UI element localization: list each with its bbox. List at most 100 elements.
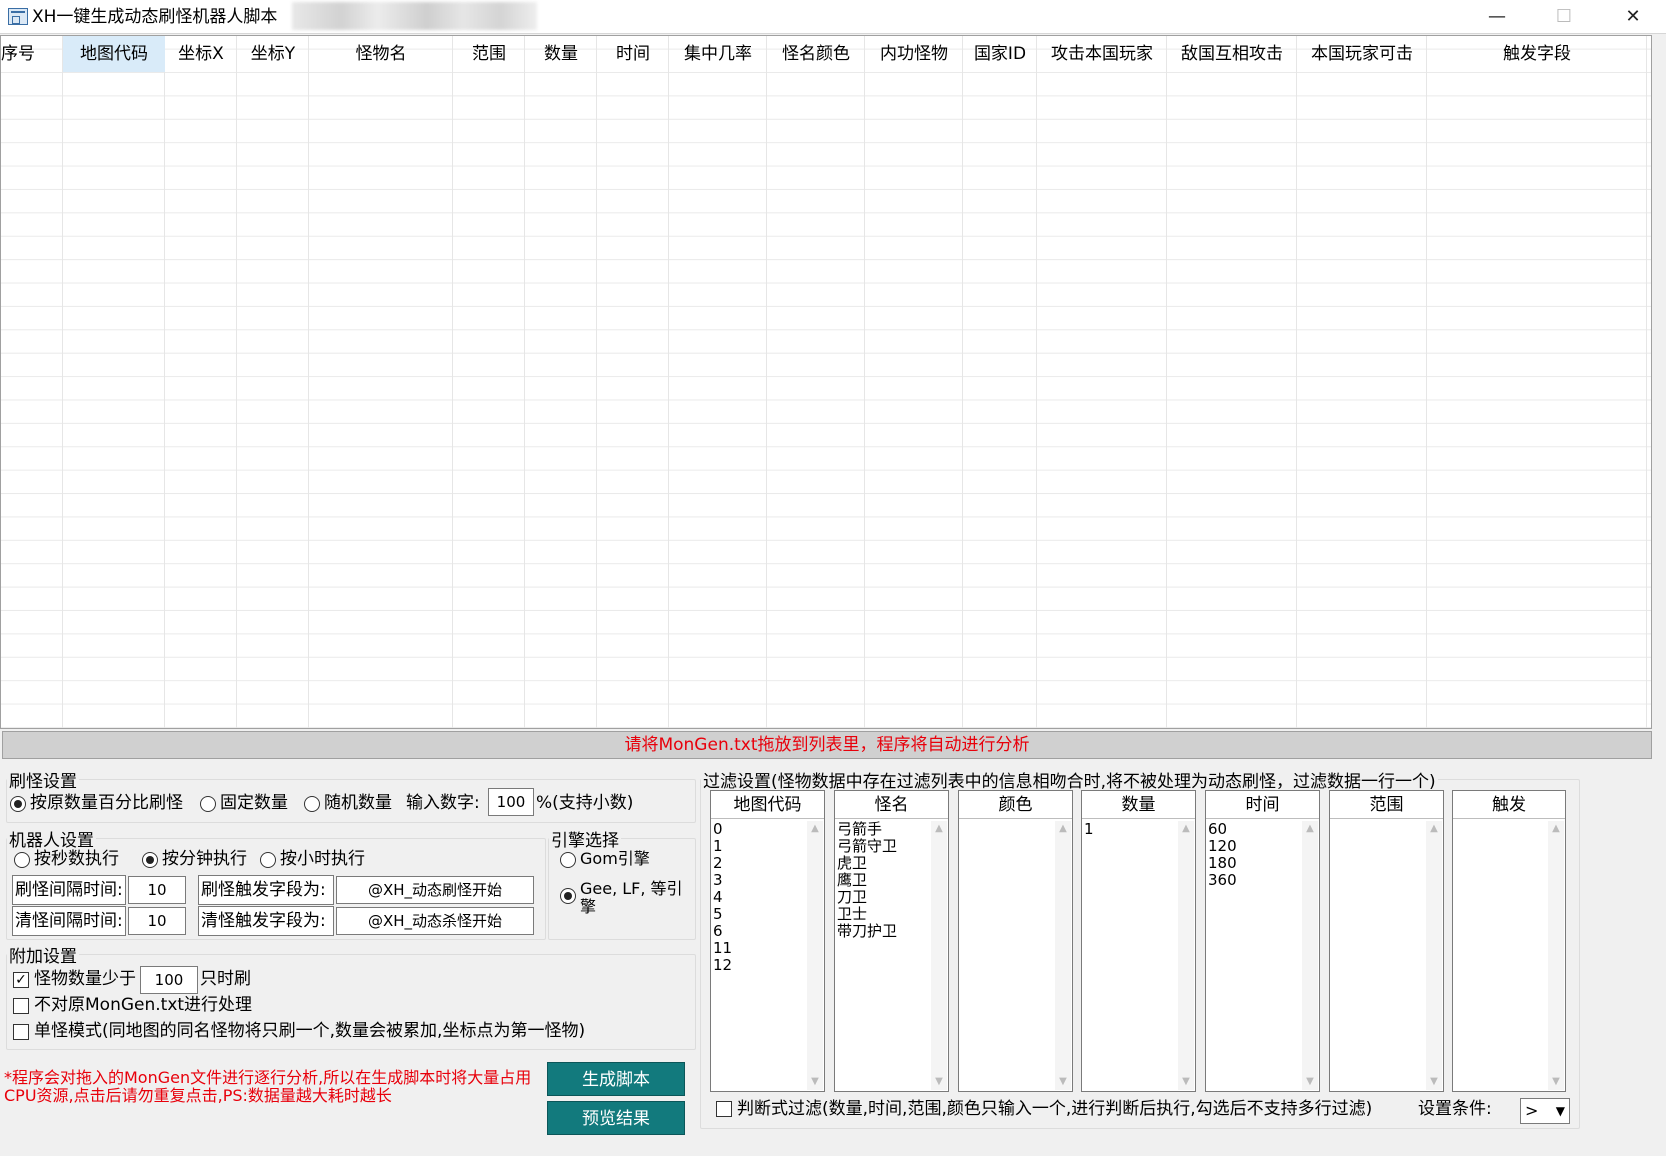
grid-header-cell[interactable]: 坐标Y	[237, 36, 309, 72]
scrollbar[interactable]: ▲ ▼	[1548, 821, 1564, 1090]
extra-settings-title: 附加设置	[9, 947, 77, 967]
grid-header-cell[interactable]: 敌国互相攻击	[1167, 36, 1297, 72]
maximize-button[interactable]: ☐	[1531, 0, 1597, 34]
scroll-down-icon[interactable]: ▼	[807, 1074, 823, 1090]
grid-column	[453, 36, 525, 728]
filter-settings-title: 过滤设置(怪物数据中存在过滤列表中的信息相吻合时,将不被处理为动态刷怪，过滤数据…	[703, 772, 1436, 792]
grid-header-cell[interactable]: 怪物名	[309, 36, 453, 72]
spawn-trigger-input[interactable]: @XH_动态刷怪开始	[336, 876, 534, 904]
redacted-title-area	[292, 2, 537, 30]
spawn-fixed-label: 固定数量	[220, 793, 288, 813]
spawn-number-label: 输入数字:	[406, 793, 480, 813]
scroll-up-icon[interactable]: ▲	[931, 821, 947, 837]
filter-list-items[interactable]	[961, 821, 1054, 1089]
skip-process-label: 不对原MonGen.txt进行处理	[34, 995, 253, 1015]
scrollbar[interactable]: ▲ ▼	[931, 821, 947, 1090]
scroll-down-icon[interactable]: ▼	[1178, 1074, 1194, 1090]
scrollbar[interactable]: ▲ ▼	[1302, 821, 1318, 1090]
grid-column	[1, 36, 63, 728]
grid-column	[767, 36, 865, 728]
engine-gom-label: Gom引擎	[580, 849, 650, 868]
engine-gee-label: Gee, LF, 等引擎	[580, 879, 683, 916]
grid-header-cell[interactable]: 集中几率	[669, 36, 767, 72]
scroll-up-icon[interactable]: ▲	[1426, 821, 1442, 837]
clear-interval-input[interactable]: 10	[128, 907, 186, 935]
filter-list[interactable]: 触发 ▲ ▼	[1452, 790, 1566, 1092]
scroll-down-icon[interactable]: ▼	[1548, 1074, 1564, 1090]
robot-seconds-radio[interactable]	[14, 852, 30, 868]
scroll-down-icon[interactable]: ▼	[931, 1074, 947, 1090]
filter-list[interactable]: 范围 ▲ ▼	[1329, 790, 1444, 1092]
grid-header-cell[interactable]: 触发字段	[1427, 36, 1647, 72]
grid-column	[669, 36, 767, 728]
minimize-button[interactable]: —	[1464, 0, 1530, 34]
robot-seconds-label: 按秒数执行	[34, 849, 119, 869]
filter-list-items[interactable]: 0 1 2 3 4 5 6 11 12	[713, 821, 806, 1089]
filter-list-header: 触发	[1453, 791, 1565, 819]
grid-header-cell[interactable]: 范围	[453, 36, 525, 72]
filter-list-items[interactable]	[1332, 821, 1425, 1089]
filter-list-header: 时间	[1206, 791, 1319, 819]
grid-column	[865, 36, 963, 728]
generate-script-button[interactable]: 生成脚本	[547, 1062, 685, 1096]
grid-header-cell[interactable]: 地图代码	[63, 36, 165, 72]
monster-data-grid[interactable]: 序号 地图代码 坐标X 坐标Y 怪物名 范围 数量 时间 集中几率 怪名颜色 内功怪物 国家ID 攻击本…	[0, 35, 1652, 729]
filter-list[interactable]: 颜色 ▲ ▼	[958, 790, 1073, 1092]
scroll-up-icon[interactable]: ▲	[1055, 821, 1071, 837]
clear-trigger-input[interactable]: @XH_动态杀怪开始	[336, 907, 534, 935]
grid-column	[1167, 36, 1297, 728]
scroll-down-icon[interactable]: ▼	[1055, 1074, 1071, 1090]
grid-header-cell[interactable]: 坐标X	[165, 36, 237, 72]
grid-header-cell[interactable]: 序号	[1, 36, 63, 72]
scroll-up-icon[interactable]: ▲	[1178, 821, 1194, 837]
skip-process-checkbox[interactable]	[13, 998, 29, 1014]
filter-list-header: 怪名	[835, 791, 948, 819]
scroll-up-icon[interactable]: ▲	[1302, 821, 1318, 837]
grid-header-cell[interactable]: 国家ID	[963, 36, 1037, 72]
grid-header-cell[interactable]: 怪名颜色	[767, 36, 865, 72]
spawn-random-radio[interactable]	[304, 796, 320, 812]
judge-filter-checkbox[interactable]	[716, 1101, 732, 1117]
min-count-checkbox[interactable]: ✓	[13, 972, 29, 988]
scrollbar[interactable]: ▲ ▼	[807, 821, 823, 1090]
spawn-number-input[interactable]: 100	[488, 788, 534, 816]
min-count-input[interactable]: 100	[140, 966, 198, 994]
preview-result-button[interactable]: 预览结果	[547, 1101, 685, 1135]
engine-gom-radio[interactable]	[560, 852, 576, 868]
grid-header-cell[interactable]: 本国玩家可击	[1297, 36, 1427, 72]
robot-minutes-radio[interactable]	[142, 852, 158, 868]
grid-header-cell[interactable]: 时间	[597, 36, 669, 72]
spawn-fixed-radio[interactable]	[200, 796, 216, 812]
filter-list-items[interactable]	[1455, 821, 1547, 1089]
filter-list[interactable]: 地图代码 0 1 2 3 4 5 6 11 12 ▲ ▼	[710, 790, 825, 1092]
scrollbar[interactable]: ▲ ▼	[1426, 821, 1442, 1090]
spawn-number-suffix: %(支持小数)	[536, 793, 634, 813]
filter-list[interactable]: 怪名 弓箭手 弓箭守卫 虎卫 鹰卫 刀卫 卫士 带刀护卫 ▲ ▼	[834, 790, 949, 1092]
grid-header-cell[interactable]: 攻击本国玩家	[1037, 36, 1167, 72]
spawn-interval-label: 刷怪间隔时间:	[12, 875, 126, 905]
scroll-up-icon[interactable]: ▲	[1548, 821, 1564, 837]
scrollbar[interactable]: ▲ ▼	[1178, 821, 1194, 1090]
grid-header-cell[interactable]: 数量	[525, 36, 597, 72]
grid-column	[1297, 36, 1427, 728]
grid-header-cell[interactable]: 内功怪物	[865, 36, 963, 72]
filter-list-items[interactable]: 弓箭手 弓箭守卫 虎卫 鹰卫 刀卫 卫士 带刀护卫	[837, 821, 930, 1089]
filter-list[interactable]: 时间 60 120 180 360 ▲ ▼	[1205, 790, 1320, 1092]
condition-select[interactable]: > ▼	[1520, 1098, 1570, 1124]
min-count-label: 怪物数量少于	[34, 969, 136, 989]
robot-hours-radio[interactable]	[260, 852, 276, 868]
scrollbar[interactable]: ▲ ▼	[1055, 821, 1071, 1090]
filter-list-items[interactable]: 60 120 180 360	[1208, 821, 1301, 1089]
scroll-up-icon[interactable]: ▲	[807, 821, 823, 837]
grid-column	[165, 36, 237, 728]
single-monster-checkbox[interactable]	[13, 1024, 29, 1040]
filter-list-items[interactable]: 1	[1084, 821, 1177, 1089]
scroll-down-icon[interactable]: ▼	[1426, 1074, 1442, 1090]
engine-gee-radio[interactable]	[560, 888, 576, 904]
close-button[interactable]: ✕	[1600, 0, 1666, 34]
filter-list[interactable]: 数量 1 ▲ ▼	[1081, 790, 1196, 1092]
scroll-down-icon[interactable]: ▼	[1302, 1074, 1318, 1090]
spawn-percent-radio[interactable]	[10, 796, 26, 812]
grid-column	[597, 36, 669, 728]
spawn-interval-input[interactable]: 10	[128, 876, 186, 904]
